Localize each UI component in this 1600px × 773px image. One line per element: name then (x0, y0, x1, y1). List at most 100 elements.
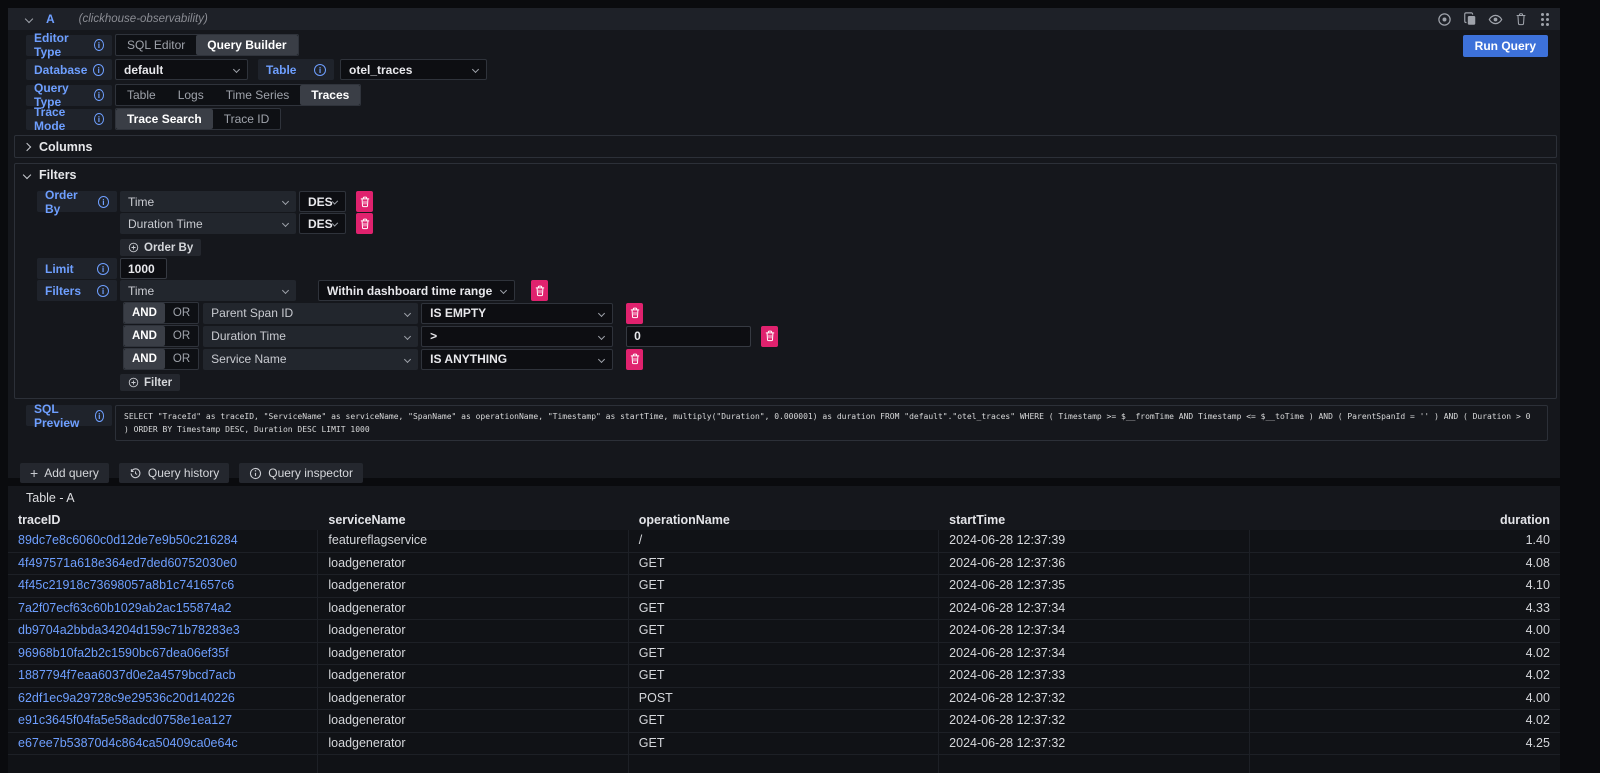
sql-preview-row: SQL Preview i SELECT "TraceId" as traceI… (26, 405, 1557, 441)
cell-traceID: 1887794f7eaa6037d0e2a4579bcd7acb (8, 665, 318, 687)
order-by-field-select[interactable]: Time (120, 191, 296, 212)
info-icon[interactable]: i (97, 285, 109, 297)
cell-traceID: 62df1ec9a29728c9e29536c20d140226 (8, 688, 318, 710)
segment-option-and[interactable]: AND (124, 349, 165, 369)
filter-field-select[interactable]: Duration Time (203, 326, 418, 347)
info-icon[interactable]: i (97, 263, 109, 275)
remove-order-by-button[interactable] (356, 213, 373, 234)
filter-field-select[interactable]: Service Name (203, 349, 418, 370)
segment-option-logs[interactable]: Logs (167, 85, 215, 105)
add-order-by-button[interactable]: Order By (120, 239, 201, 256)
cell-serviceName: loadgenerator (318, 643, 628, 665)
database-label: Database i (26, 59, 112, 80)
column-header-startTime[interactable]: startTime (939, 510, 1249, 530)
toggle-visibility-icon[interactable] (1488, 12, 1503, 27)
filters-section: Filters Order By i Time DESC (14, 163, 1557, 399)
table-select[interactable]: otel_traces (340, 59, 487, 80)
cell-duration: 4.00 (1250, 620, 1560, 642)
segment-option-time-series[interactable]: Time Series (215, 85, 301, 105)
run-query-button[interactable]: Run Query (1463, 35, 1548, 57)
column-header-traceID[interactable]: traceID (8, 510, 318, 530)
cell-traceID: 4f45c21918c73698057a8b1c741657c6 (8, 575, 318, 597)
filter-criteria-select[interactable]: Within dashboard time range (318, 280, 515, 301)
segment-option-and[interactable]: AND (124, 303, 165, 323)
cell-traceID: e67ee7b53870d4c864ca50409ca0e64c (8, 733, 318, 755)
order-by-field-select[interactable]: Duration Time (120, 213, 296, 234)
trace-id-link[interactable]: 62df1ec9a29728c9e29536c20d140226 (18, 688, 235, 709)
filter-condition-row: ANDOR Service Name IS ANYTHING (120, 348, 1556, 370)
filter-criteria-select[interactable]: IS ANYTHING (421, 349, 613, 370)
info-icon[interactable]: i (98, 196, 109, 208)
segment-option-table[interactable]: Table (116, 85, 167, 105)
remove-filter-button[interactable] (531, 280, 548, 301)
drag-handle-icon[interactable] (1539, 13, 1550, 26)
query-row-header[interactable]: A (clickhouse-observability) (8, 8, 1560, 30)
circle-plus-icon (128, 242, 139, 253)
filter-field-select[interactable]: Time (120, 280, 296, 301)
columns-section-header[interactable]: Columns (15, 136, 1556, 157)
order-by-direction-select[interactable]: DESC (299, 191, 346, 212)
cell-serviceName (318, 755, 628, 773)
segment-option-or[interactable]: OR (165, 326, 198, 346)
remove-order-by-button[interactable] (356, 191, 373, 212)
filter-field-select[interactable]: Parent Span ID (203, 303, 418, 324)
trace-id-link[interactable]: 1887794f7eaa6037d0e2a4579bcd7acb (18, 665, 236, 686)
trace-id-link[interactable]: 4f45c21918c73698057a8b1c741657c6 (18, 575, 234, 596)
filter-value-input[interactable] (626, 326, 751, 347)
table-row: 62df1ec9a29728c9e29536c20d140226loadgene… (8, 688, 1560, 711)
filter-criteria-select[interactable]: IS EMPTY (421, 303, 613, 324)
segment-option-query-builder[interactable]: Query Builder (196, 35, 297, 55)
query-type-label: Query Type i (26, 85, 112, 106)
segment-option-sql-editor[interactable]: SQL Editor (116, 35, 196, 55)
segment-option-trace-search[interactable]: Trace Search (116, 109, 213, 129)
segment-option-or[interactable]: OR (165, 303, 198, 323)
trace-id-link[interactable]: 7a2f07ecf63c60b1029ab2ac155874a2 (18, 598, 231, 619)
cell-duration: 4.25 (1250, 733, 1560, 755)
trace-id-link[interactable]: e67ee7b53870d4c864ca50409ca0e64c (18, 733, 238, 754)
info-icon[interactable]: i (94, 89, 104, 101)
cell-startTime: 2024-06-28 12:37:32 (939, 688, 1249, 710)
filters-section-header[interactable]: Filters (15, 164, 1556, 185)
limit-input[interactable] (120, 258, 167, 279)
info-icon[interactable]: i (94, 113, 104, 125)
table-row: 96968b10fa2b2c1590bc67dea06ef35f loadgene… (8, 643, 1560, 666)
limit-row: Limit i (37, 258, 1556, 279)
cell-operationName: / (629, 530, 939, 552)
trace-id-link[interactable]: 89dc7e8c6060c0d12de7e9b50c216284 (18, 530, 238, 551)
chevron-down-icon (23, 170, 31, 178)
remove-filter-button[interactable] (761, 326, 778, 347)
info-icon[interactable]: i (93, 64, 104, 76)
add-filter-button[interactable]: Filter (120, 374, 180, 391)
info-icon[interactable]: i (314, 64, 326, 76)
cell-startTime: 2024-06-28 12:37:34 (939, 598, 1249, 620)
column-header-serviceName[interactable]: serviceName (318, 510, 628, 530)
query-inspector-button[interactable]: Query inspector (239, 463, 363, 483)
segment-option-or[interactable]: OR (165, 349, 198, 369)
segment-option-and[interactable]: AND (124, 326, 165, 346)
order-by-direction-select[interactable]: DESC (299, 213, 346, 234)
column-header-duration[interactable]: duration (1250, 510, 1560, 530)
remove-filter-button[interactable] (626, 349, 643, 370)
info-icon[interactable]: i (95, 410, 104, 422)
chevron-down-icon[interactable] (25, 15, 33, 23)
columns-section: Columns (14, 135, 1557, 158)
database-select[interactable]: default (115, 59, 248, 80)
query-help-icon[interactable] (1437, 12, 1452, 27)
trace-id-link[interactable]: e91c3645f04fa5e58adcd0758e1ea127 (18, 710, 232, 731)
add-query-button[interactable]: + Add query (20, 463, 109, 483)
remove-query-icon[interactable] (1514, 12, 1528, 26)
filter-condition-row: ANDOR Duration Time > (120, 325, 1556, 347)
trace-id-link[interactable]: 4f497571a618e364ed7ded60752030e0 (18, 553, 237, 574)
trace-id-link[interactable]: 96968b10fa2b2c1590bc67dea06ef35f (18, 643, 229, 664)
and-or-toggle: ANDOR (123, 348, 199, 370)
segment-option-trace-id[interactable]: Trace ID (213, 109, 281, 129)
chevron-down-icon (598, 355, 605, 362)
column-header-operationName[interactable]: operationName (629, 510, 939, 530)
query-history-button[interactable]: Query history (119, 463, 229, 483)
info-icon[interactable]: i (94, 39, 104, 51)
filter-criteria-select[interactable]: > (421, 326, 613, 347)
remove-filter-button[interactable] (626, 303, 643, 324)
trace-id-link[interactable]: db9704a2bbda34204d159c71b78283e3 (18, 620, 240, 641)
duplicate-query-icon[interactable] (1463, 12, 1477, 26)
segment-option-traces[interactable]: Traces (300, 85, 360, 105)
